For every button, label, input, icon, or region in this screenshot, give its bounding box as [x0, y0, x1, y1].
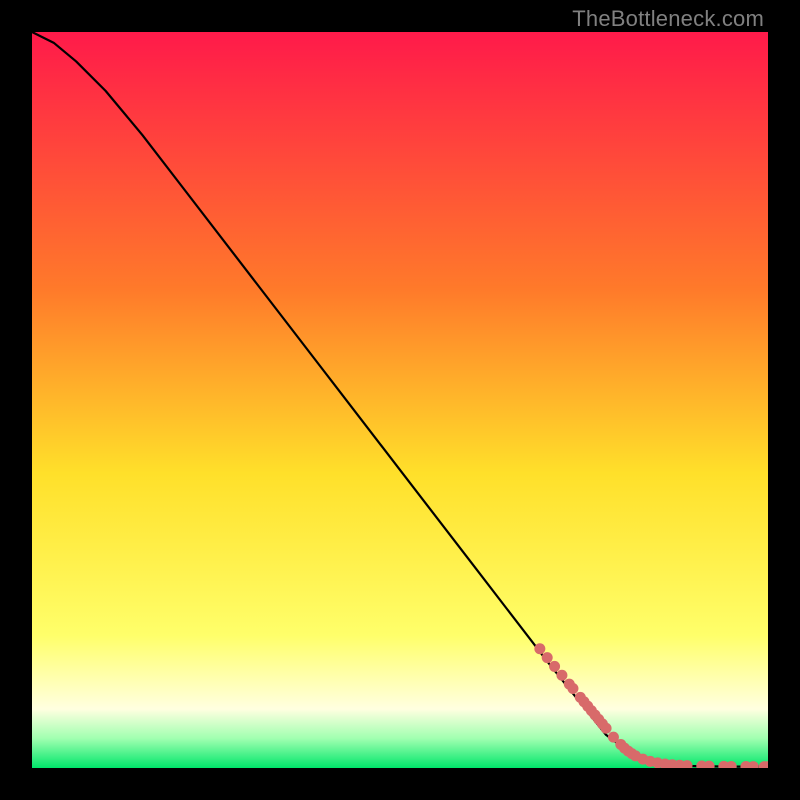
- gradient-background: [32, 32, 768, 768]
- data-marker: [601, 723, 612, 734]
- data-marker: [534, 643, 545, 654]
- data-marker: [542, 652, 553, 663]
- chart-frame: [32, 32, 768, 768]
- data-marker: [567, 683, 578, 694]
- data-marker: [549, 661, 560, 672]
- chart-svg: [32, 32, 768, 768]
- data-marker: [556, 670, 567, 681]
- watermark-text: TheBottleneck.com: [572, 6, 764, 32]
